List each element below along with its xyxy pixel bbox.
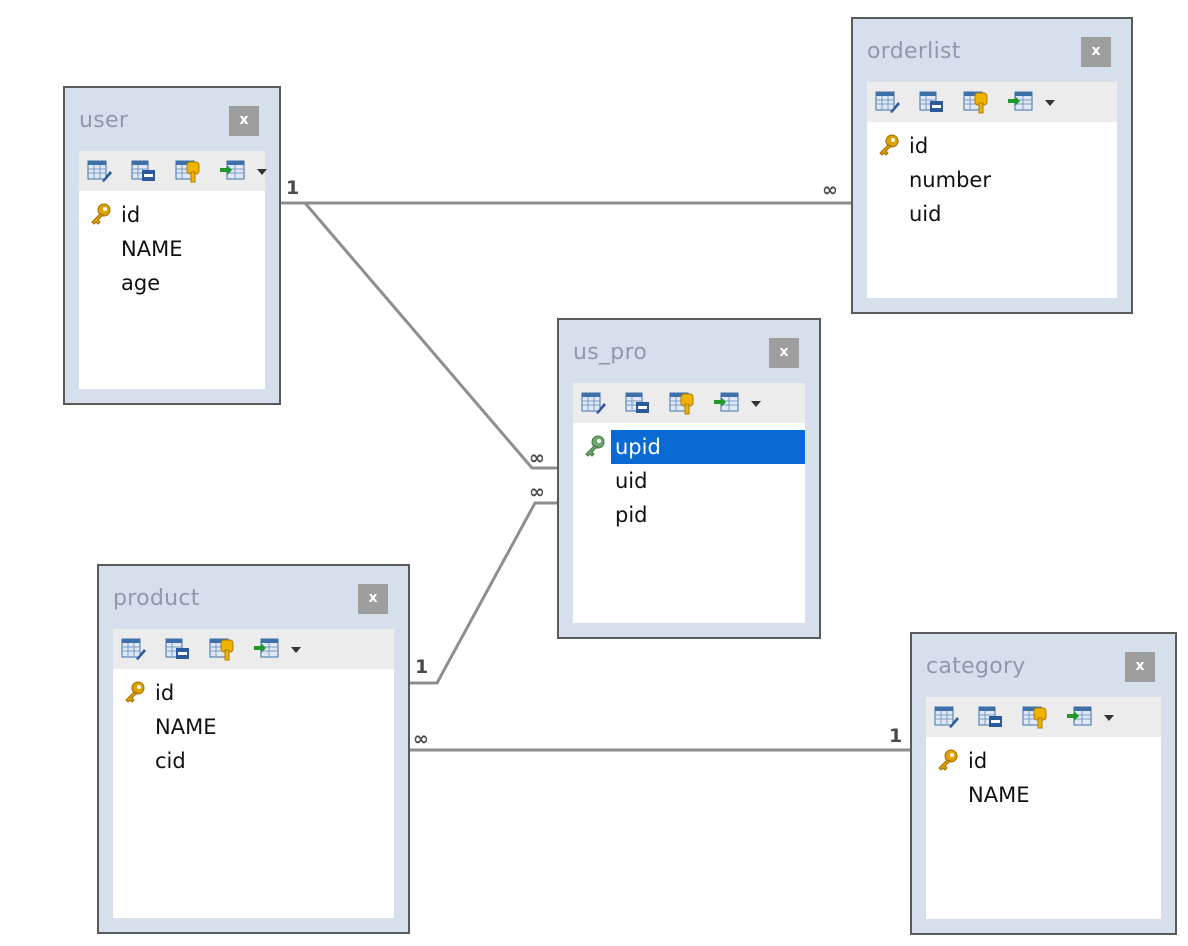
- field-row[interactable]: uid: [867, 197, 1117, 231]
- table-toolbar: [573, 383, 805, 423]
- table-body: id number uid: [867, 82, 1117, 298]
- field-name: NAME: [155, 715, 217, 739]
- primary-key-icon: [583, 434, 607, 458]
- dropdown-caret-icon[interactable]: [1045, 100, 1055, 106]
- cardinality-label: 1: [889, 725, 902, 747]
- field-name: upid: [611, 430, 805, 464]
- edit-table-icon[interactable]: [581, 391, 607, 415]
- edit-table-icon[interactable]: [87, 159, 113, 183]
- close-button[interactable]: x: [1081, 37, 1111, 67]
- field-name: pid: [615, 503, 648, 527]
- table-body: id NAME: [926, 697, 1161, 919]
- field-row[interactable]: NAME: [113, 710, 394, 744]
- table-toolbar: [113, 629, 394, 669]
- dropdown-caret-icon[interactable]: [751, 401, 761, 407]
- field-name: uid: [615, 469, 648, 493]
- close-button[interactable]: x: [1125, 652, 1155, 682]
- cardinality-label: 1: [415, 656, 428, 678]
- design-table-icon[interactable]: [165, 637, 191, 661]
- er-diagram-canvas: 1 ∞ ∞ ∞ 1 ∞ 1 user x id NAME age orderlist…: [0, 0, 1188, 946]
- table-orderlist[interactable]: orderlist x id number uid: [851, 17, 1133, 314]
- field-row[interactable]: uid: [573, 464, 805, 498]
- table-key-icon[interactable]: [1022, 705, 1048, 729]
- table-title: product: [113, 586, 200, 611]
- table-us-pro[interactable]: us_pro x upid uid pid: [557, 318, 821, 639]
- design-table-icon[interactable]: [625, 391, 651, 415]
- dropdown-caret-icon[interactable]: [1104, 715, 1114, 721]
- insert-field-icon[interactable]: [1007, 90, 1033, 114]
- primary-key-icon: [123, 680, 147, 704]
- field-name: id: [121, 203, 141, 227]
- table-title: category: [926, 654, 1026, 679]
- field-list: id NAME age: [79, 198, 265, 300]
- edit-table-icon[interactable]: [934, 705, 960, 729]
- table-title: user: [79, 108, 129, 133]
- table-toolbar: [79, 151, 267, 191]
- field-name: id: [909, 134, 929, 158]
- cardinality-label: ∞: [529, 481, 545, 503]
- cardinality-label: ∞: [413, 728, 429, 750]
- design-table-icon[interactable]: [978, 705, 1004, 729]
- close-button[interactable]: x: [358, 584, 388, 614]
- design-table-icon[interactable]: [131, 159, 157, 183]
- insert-field-icon[interactable]: [1066, 705, 1092, 729]
- edit-table-icon[interactable]: [121, 637, 147, 661]
- table-body: id NAME age: [79, 151, 267, 389]
- table-toolbar: [867, 82, 1117, 122]
- table-title: us_pro: [573, 340, 648, 365]
- edit-table-icon[interactable]: [875, 90, 901, 114]
- field-name: age: [121, 271, 161, 295]
- cardinality-label: ∞: [529, 447, 545, 469]
- field-list: id NAME: [926, 744, 1161, 812]
- field-list: upid uid pid: [573, 430, 805, 532]
- primary-key-icon: [877, 133, 901, 157]
- field-list: id NAME cid: [113, 676, 394, 778]
- field-row[interactable]: upid: [573, 430, 805, 464]
- table-key-icon[interactable]: [669, 391, 695, 415]
- field-row[interactable]: age: [79, 266, 265, 300]
- relation-product-us-pro[interactable]: [410, 501, 559, 685]
- insert-field-icon[interactable]: [219, 159, 245, 183]
- field-row[interactable]: id: [926, 744, 1161, 778]
- close-button[interactable]: x: [229, 106, 259, 136]
- cardinality-label: ∞: [822, 179, 838, 201]
- primary-key-icon: [936, 748, 960, 772]
- table-key-icon[interactable]: [175, 159, 201, 183]
- table-key-icon[interactable]: [963, 90, 989, 114]
- field-list: id number uid: [867, 129, 1117, 231]
- field-name: id: [155, 681, 175, 705]
- dropdown-caret-icon[interactable]: [291, 647, 301, 653]
- table-toolbar: [926, 697, 1161, 737]
- field-name: cid: [155, 749, 186, 773]
- table-body: upid uid pid: [573, 383, 805, 623]
- table-product[interactable]: product x id NAME cid: [97, 564, 410, 934]
- field-row[interactable]: id: [79, 198, 265, 232]
- field-row[interactable]: cid: [113, 744, 394, 778]
- cardinality-label: 1: [286, 177, 299, 199]
- field-row[interactable]: NAME: [926, 778, 1161, 812]
- table-category[interactable]: category x id NAME: [910, 632, 1177, 935]
- table-user[interactable]: user x id NAME age: [63, 86, 281, 405]
- close-button[interactable]: x: [769, 338, 799, 368]
- field-name: NAME: [968, 783, 1030, 807]
- design-table-icon[interactable]: [919, 90, 945, 114]
- field-row[interactable]: pid: [573, 498, 805, 532]
- relation-user-us-pro[interactable]: [281, 201, 559, 470]
- field-row[interactable]: id: [867, 129, 1117, 163]
- insert-field-icon[interactable]: [253, 637, 279, 661]
- field-row[interactable]: NAME: [79, 232, 265, 266]
- insert-field-icon[interactable]: [713, 391, 739, 415]
- field-name: id: [968, 749, 988, 773]
- field-row[interactable]: number: [867, 163, 1117, 197]
- table-body: id NAME cid: [113, 629, 394, 918]
- field-name: uid: [909, 202, 942, 226]
- field-name: NAME: [121, 237, 183, 261]
- table-title: orderlist: [867, 39, 961, 64]
- table-key-icon[interactable]: [209, 637, 235, 661]
- field-name: number: [909, 168, 991, 192]
- primary-key-icon: [89, 202, 113, 226]
- dropdown-caret-icon[interactable]: [257, 169, 267, 175]
- field-row[interactable]: id: [113, 676, 394, 710]
